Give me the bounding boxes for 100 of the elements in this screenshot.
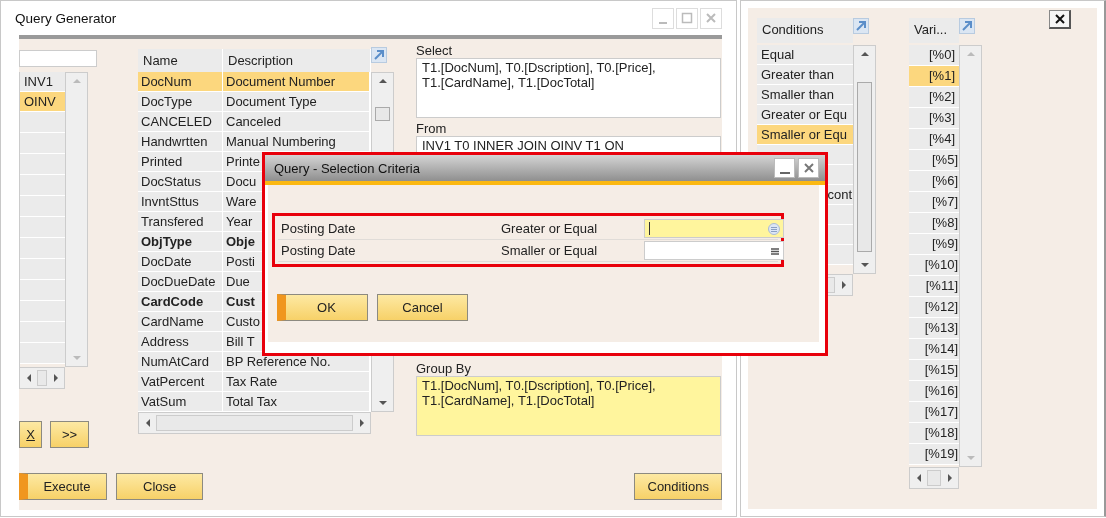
condition-item[interactable]: Greater or Equ — [757, 105, 853, 125]
scrollbar[interactable] — [65, 72, 88, 367]
column-header[interactable]: Conditions — [757, 18, 853, 43]
minimize-button[interactable] — [774, 158, 795, 178]
variable-item[interactable]: [%17] — [909, 402, 959, 423]
scroll-down-icon — [965, 454, 976, 462]
field-name-cell[interactable]: Address — [138, 332, 223, 352]
scroll-right-icon — [945, 473, 953, 483]
field-name-cell[interactable]: Transfered — [138, 212, 223, 232]
field-description-cell[interactable]: Custo — [223, 312, 263, 332]
scroll-thumb[interactable] — [37, 370, 47, 386]
scrollbar[interactable] — [853, 45, 876, 274]
variable-item[interactable]: [%13] — [909, 318, 959, 339]
column-header[interactable]: Vari... — [909, 18, 959, 43]
field-description-cell[interactable]: Tax Rate — [223, 372, 370, 392]
cancel-button[interactable]: Cancel — [377, 294, 468, 321]
field-name-cell[interactable]: Handwrtten — [138, 132, 223, 152]
variable-item[interactable]: [%2] — [909, 87, 959, 108]
conditions-button[interactable]: Conditions — [634, 473, 722, 500]
field-description-cell[interactable]: Obje — [223, 232, 263, 252]
field-description-cell[interactable]: Docu — [223, 172, 263, 192]
empty-list-row — [20, 322, 65, 343]
field-name-cell[interactable]: ObjType — [138, 232, 223, 252]
execute-button[interactable]: Execute — [19, 473, 107, 500]
scroll-thumb[interactable] — [156, 415, 353, 431]
variable-item[interactable]: [%16] — [909, 381, 959, 402]
empty-list-row — [20, 280, 65, 301]
scrollbar[interactable] — [19, 367, 65, 389]
scroll-thumb[interactable] — [857, 82, 872, 252]
expand-icon — [959, 18, 975, 34]
field-name-cell[interactable]: Printed — [138, 152, 223, 172]
ok-button[interactable]: OK — [277, 294, 368, 321]
field-name-cell[interactable]: NumAtCard — [138, 352, 223, 372]
variable-item[interactable]: [%11] — [909, 276, 959, 297]
field-name-cell[interactable]: VatSum — [138, 392, 223, 412]
scroll-thumb[interactable] — [927, 470, 941, 486]
table-list-item[interactable]: INV1 — [20, 72, 65, 92]
date-input-field[interactable] — [644, 241, 784, 260]
field-name-cell[interactable]: CardName — [138, 312, 223, 332]
field-name-cell[interactable]: DocNum — [138, 72, 223, 92]
variable-item[interactable]: [%4] — [909, 129, 959, 150]
field-name-cell[interactable]: VatPercent — [138, 372, 223, 392]
expand-icon — [853, 18, 869, 34]
empty-list-row — [20, 238, 65, 259]
field-name-cell[interactable]: CardCode — [138, 292, 223, 312]
variable-item[interactable]: [%5] — [909, 150, 959, 171]
field-description-cell[interactable]: Manual Numbering — [223, 132, 370, 152]
close-button[interactable] — [1049, 10, 1071, 29]
remove-button[interactable]: X — [19, 421, 43, 448]
variable-item[interactable]: [%9] — [909, 234, 959, 255]
empty-list-row — [20, 112, 65, 133]
column-header[interactable]: Description — [223, 49, 371, 72]
variable-item[interactable]: [%6] — [909, 171, 959, 192]
condition-item[interactable]: Smaller or Equ — [757, 125, 853, 145]
table-list-item[interactable]: OINV — [20, 92, 65, 112]
field-description-cell[interactable]: Total Tax — [223, 392, 370, 412]
field-description-cell[interactable]: Cust — [223, 292, 263, 312]
field-description-cell[interactable]: Bill T — [223, 332, 263, 352]
field-description-cell[interactable]: Posti — [223, 252, 263, 272]
variable-item[interactable]: [%15] — [909, 360, 959, 381]
field-description-cell[interactable]: Year — [223, 212, 263, 232]
query-text-field[interactable]: T1.[DocNum], T0.[Dscription], T0.[Price], T1.[CardName], T1.[DocTotal] — [416, 376, 721, 436]
variable-item[interactable]: [%0] — [909, 45, 959, 66]
close-button[interactable]: Close — [115, 473, 204, 500]
query-text-field[interactable]: T1.[DocNum], T0.[Dscription], T0.[Price], T1.[CardName], T1.[DocTotal] — [416, 58, 721, 118]
field-description-cell[interactable]: Canceled — [223, 112, 370, 132]
variable-item[interactable]: [%14] — [909, 339, 959, 360]
maximize-button[interactable] — [676, 7, 698, 29]
variable-item[interactable]: [%7] — [909, 192, 959, 213]
scrollbar[interactable] — [959, 45, 982, 467]
field-description-cell[interactable]: Document Type — [223, 92, 370, 112]
condition-item[interactable]: Greater than — [757, 65, 853, 85]
scroll-left-icon — [25, 373, 33, 383]
scroll-down-icon — [71, 354, 82, 362]
variable-item[interactable]: [%12] — [909, 297, 959, 318]
scrollbar[interactable] — [909, 467, 959, 489]
column-header[interactable]: Name — [138, 49, 223, 72]
variable-item[interactable]: [%10] — [909, 255, 959, 276]
field-name-cell[interactable]: DocStatus — [138, 172, 223, 192]
variable-item[interactable]: [%19] — [909, 444, 959, 465]
scroll-thumb[interactable] — [375, 107, 390, 121]
date-input-field[interactable] — [644, 219, 784, 238]
condition-item[interactable]: Smaller than — [757, 85, 853, 105]
field-name-cell[interactable]: DocType — [138, 92, 223, 112]
variable-item[interactable]: [%18] — [909, 423, 959, 444]
field-description-cell[interactable]: Printe — [223, 152, 263, 172]
field-name-cell[interactable]: DocDate — [138, 252, 223, 272]
variable-item[interactable]: [%3] — [909, 108, 959, 129]
field-description-cell[interactable]: Due — [223, 272, 263, 292]
table-search-field[interactable] — [19, 50, 97, 67]
field-name-cell[interactable]: CANCELED — [138, 112, 223, 132]
add-button[interactable]: >> — [50, 421, 89, 448]
field-description-cell[interactable]: Ware — [223, 192, 263, 212]
field-name-cell[interactable]: InvntSttus — [138, 192, 223, 212]
condition-item[interactable]: Equal — [757, 45, 853, 65]
scrollbar[interactable] — [138, 412, 371, 434]
variable-item[interactable]: [%8] — [909, 213, 959, 234]
field-name-cell[interactable]: DocDueDate — [138, 272, 223, 292]
variable-item[interactable]: [%1] — [909, 66, 959, 87]
field-description-cell[interactable]: Document Number — [223, 72, 370, 92]
